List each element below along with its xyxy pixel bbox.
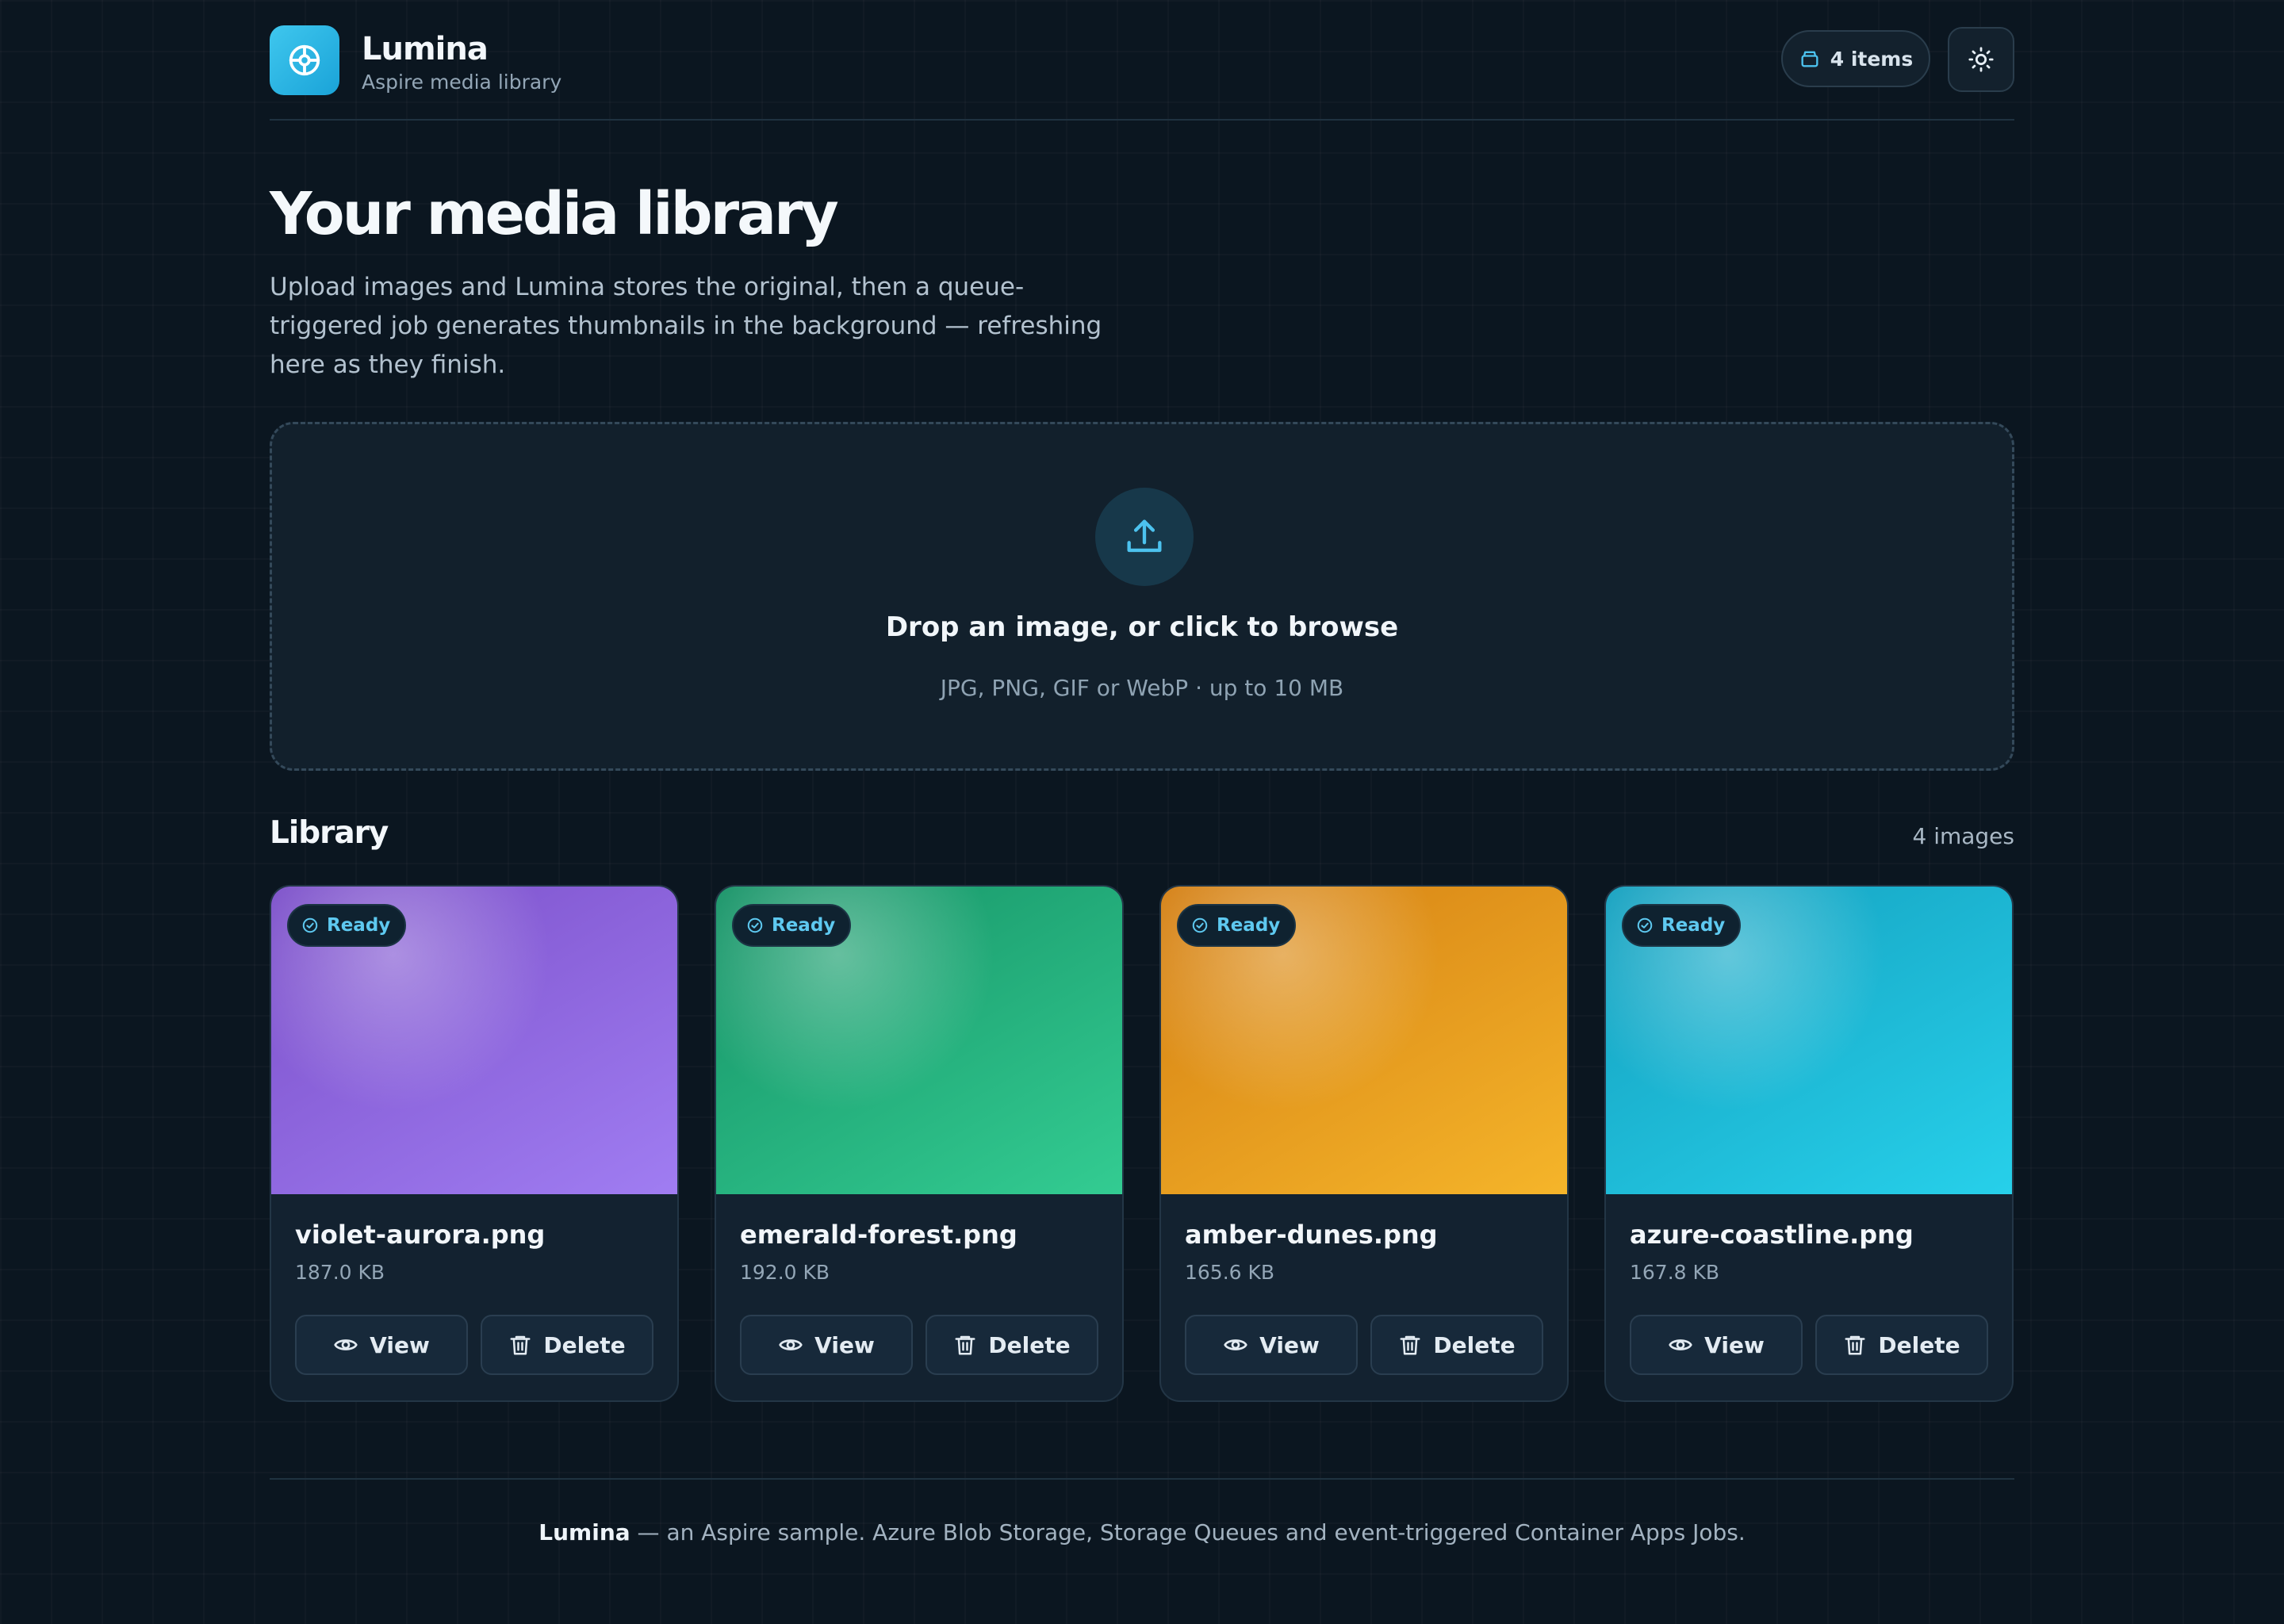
page-description: Upload images and Lumina stores the orig… — [270, 273, 1102, 379]
file-name: amber-dunes.png — [1185, 1220, 1438, 1250]
page-title: Your media library — [270, 180, 839, 248]
file-size: 192.0 KB — [740, 1261, 830, 1284]
footer-divider — [270, 1478, 2014, 1480]
footer-text: — an Aspire sample. Azure Blob Storage, … — [630, 1519, 1746, 1545]
check-circle-icon — [302, 917, 318, 933]
view-button[interactable]: View — [295, 1315, 468, 1375]
app-header: Lumina Aspire media library 4 items — [270, 25, 2014, 121]
brand: Lumina Aspire media library — [362, 30, 561, 95]
file-name: emerald-forest.png — [740, 1220, 1017, 1250]
status-badge: Ready — [1177, 904, 1297, 947]
trash-icon — [1400, 1335, 1420, 1355]
status-badge: Ready — [732, 904, 852, 947]
delete-button[interactable]: Delete — [925, 1315, 1098, 1375]
dropzone-hint: JPG, PNG, GIF or WebP · up to 10 MB — [940, 675, 1344, 701]
stack-icon — [1801, 51, 1818, 67]
status-badge: Ready — [1622, 904, 1742, 947]
view-button[interactable]: View — [1630, 1315, 1803, 1375]
page: Lumina Aspire media library 4 items Your… — [270, 0, 2014, 1624]
sun-icon — [1968, 47, 1994, 72]
status-label: Ready — [1661, 915, 1726, 936]
file-size: 165.6 KB — [1185, 1261, 1275, 1284]
image-card: Ready emerald-forest.png 192.0 KB View D… — [715, 885, 1124, 1402]
footer-brand: Lumina — [538, 1519, 630, 1545]
check-circle-icon — [1637, 917, 1653, 933]
status-label: Ready — [327, 915, 391, 936]
file-name: violet-aurora.png — [295, 1220, 546, 1250]
dropzone-title: Drop an image, or click to browse — [885, 611, 1399, 643]
library-count: 4 images — [1912, 823, 2014, 849]
status-badge: Ready — [287, 904, 407, 947]
view-label: View — [1259, 1331, 1320, 1358]
footer: Lumina — an Aspire sample. Azure Blob St… — [270, 1519, 2014, 1545]
view-button[interactable]: View — [740, 1315, 913, 1375]
view-label: View — [814, 1331, 875, 1358]
delete-label: Delete — [543, 1331, 626, 1358]
app-name: Lumina — [362, 31, 489, 67]
delete-button[interactable]: Delete — [1370, 1315, 1543, 1375]
image-card: Ready violet-aurora.png 187.0 KB View De… — [270, 885, 679, 1402]
eye-icon — [1224, 1339, 1247, 1350]
library-title: Library — [270, 815, 389, 851]
status-label: Ready — [772, 915, 836, 936]
eye-icon — [779, 1339, 803, 1350]
delete-label: Delete — [1433, 1331, 1516, 1358]
trash-icon — [510, 1335, 531, 1355]
check-circle-icon — [1192, 917, 1208, 933]
app-subtitle: Aspire media library — [362, 71, 562, 94]
items-count-label: 4 items — [1830, 47, 1914, 71]
items-count-badge[interactable]: 4 items — [1781, 30, 1930, 87]
file-size: 187.0 KB — [295, 1261, 385, 1284]
image-card: Ready amber-dunes.png 165.6 KB View Dele… — [1159, 885, 1569, 1402]
trash-icon — [1845, 1335, 1865, 1355]
upload-icon — [1127, 519, 1162, 553]
crosshair-icon — [289, 44, 320, 76]
delete-button[interactable]: Delete — [481, 1315, 653, 1375]
file-size: 167.8 KB — [1630, 1261, 1720, 1284]
file-name: azure-coastline.png — [1630, 1220, 1914, 1250]
check-circle-icon — [747, 917, 763, 933]
app-logo[interactable] — [270, 25, 339, 95]
view-button[interactable]: View — [1185, 1315, 1358, 1375]
theme-toggle-button[interactable] — [1948, 27, 2014, 92]
eye-icon — [334, 1339, 358, 1350]
upload-dropzone[interactable]: Drop an image, or click to browse JPG, P… — [270, 422, 2014, 771]
view-label: View — [1704, 1331, 1765, 1358]
delete-label: Delete — [1878, 1331, 1960, 1358]
delete-button[interactable]: Delete — [1815, 1315, 1988, 1375]
eye-icon — [1669, 1339, 1692, 1350]
upload-icon-circle — [1095, 488, 1194, 586]
trash-icon — [955, 1335, 975, 1355]
view-label: View — [370, 1331, 430, 1358]
status-label: Ready — [1217, 915, 1281, 936]
delete-label: Delete — [988, 1331, 1071, 1358]
image-card: Ready azure-coastline.png 167.8 KB View … — [1604, 885, 2014, 1402]
